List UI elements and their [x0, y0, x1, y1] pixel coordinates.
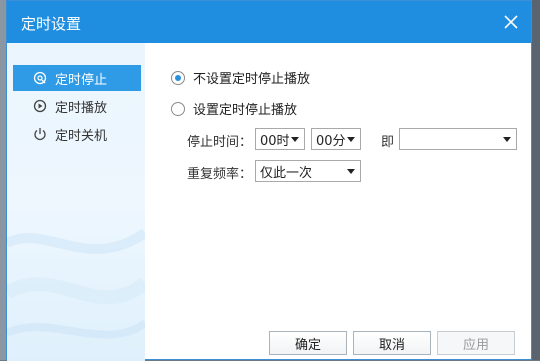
- hour-select[interactable]: 00时: [255, 128, 305, 150]
- close-icon[interactable]: [499, 10, 523, 34]
- set-stop-radio[interactable]: [171, 101, 185, 116]
- option-label: 不设置定时停止播放: [193, 72, 311, 87]
- dialog-title: 定时设置: [21, 15, 82, 33]
- sidebar-decoration: [7, 228, 145, 339]
- sidebar-item-label: 定时关机: [55, 128, 108, 144]
- chevron-down-icon: [347, 137, 355, 142]
- chevron-down-icon: [347, 169, 355, 174]
- stop-time-label: 停止时间：: [187, 135, 253, 150]
- connector-label: 即: [381, 135, 395, 150]
- sidebar-item-play-timer[interactable]: 定时播放: [13, 93, 141, 119]
- sidebar: 定时停止 定时播放 定时关机: [7, 43, 145, 361]
- option-set-stop[interactable]: 设置定时停止播放: [171, 99, 297, 118]
- play-timer-icon: [33, 99, 47, 113]
- cancel-button[interactable]: 取消: [353, 331, 431, 355]
- result-select[interactable]: [399, 128, 517, 150]
- option-label: 设置定时停止播放: [193, 103, 298, 118]
- chevron-down-icon: [291, 137, 299, 142]
- sidebar-item-label: 定时播放: [55, 100, 108, 116]
- background-right-strip: [532, 0, 540, 360]
- apply-button[interactable]: 应用: [437, 331, 515, 355]
- repeat-value: 仅此一次: [260, 165, 313, 181]
- option-no-stop[interactable]: 不设置定时停止播放: [171, 68, 310, 87]
- minute-value: 00分: [316, 133, 346, 149]
- sidebar-item-shutdown-timer[interactable]: 定时关机: [13, 121, 141, 147]
- title-bar: 定时设置: [7, 1, 531, 43]
- ok-button[interactable]: 确定: [269, 331, 347, 355]
- sidebar-item-stop-timer[interactable]: 定时停止: [13, 65, 141, 91]
- timer-settings-dialog: 定时设置 定时停止 定时播放 定时关机 不设置定时停止播放 设置定时停止播放 停…: [6, 0, 532, 361]
- hour-value: 00时: [260, 133, 290, 149]
- sidebar-item-label: 定时停止: [55, 72, 108, 88]
- no-stop-radio[interactable]: [171, 70, 185, 85]
- stop-timer-icon: [33, 71, 47, 85]
- power-icon: [34, 128, 46, 141]
- minute-select[interactable]: 00分: [311, 128, 361, 150]
- settings-panel: 不设置定时停止播放 设置定时停止播放 停止时间： 00时 00分 即 重复频率：…: [145, 43, 531, 359]
- chevron-down-icon: [503, 137, 511, 142]
- repeat-label: 重复频率：: [187, 167, 253, 182]
- repeat-select[interactable]: 仅此一次: [255, 160, 361, 182]
